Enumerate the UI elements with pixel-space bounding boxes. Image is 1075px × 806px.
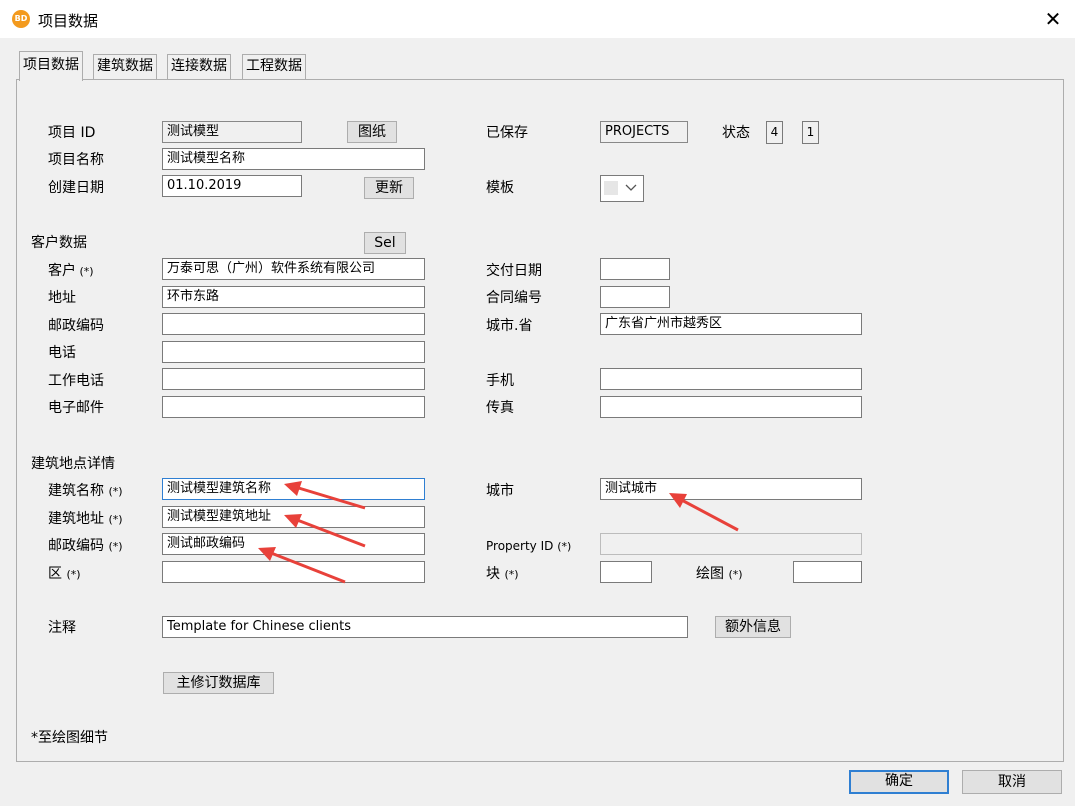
annotation-arrow-building-address — [284, 514, 366, 548]
annotation-arrow-site-postcode — [258, 547, 346, 584]
annotation-arrow-building-name — [284, 481, 366, 510]
annotation-arrow-city — [669, 493, 739, 532]
annotation-arrows — [258, 481, 739, 584]
tab-project-data[interactable]: 项目数据 — [19, 51, 83, 81]
